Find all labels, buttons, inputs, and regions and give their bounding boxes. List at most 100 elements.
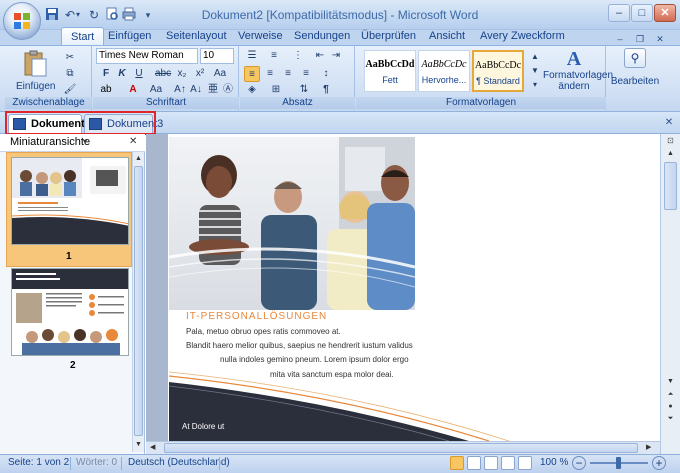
ruler-toggle-icon[interactable]: ⊡ [664,136,677,148]
scroll-right-icon[interactable]: ▶ [646,443,656,453]
bullets-icon[interactable]: ☰ [244,48,260,64]
align-center-icon[interactable]: ≡ [262,66,278,82]
tab-avery-zweckform[interactable]: Avery Zweckform [471,27,574,45]
vertical-scrollbar[interactable]: ⊡ ▲ ▼ ⏶ ● ⏷ [660,134,680,454]
show-formatting-marks-icon[interactable]: ¶ [318,82,334,98]
tab-start[interactable]: Start [61,27,105,45]
font-group-label: Schriftart [93,97,239,109]
underline-button[interactable]: U [131,66,147,82]
tab-verweise[interactable]: Verweise [229,27,292,45]
zoom-level[interactable]: 100 % [540,454,568,473]
scroll-up-icon[interactable]: ▲ [134,154,143,163]
next-page-icon[interactable]: ⏷ [664,415,677,425]
line-spacing-icon[interactable]: ↕ [318,66,334,82]
align-right-icon[interactable]: ≡ [280,66,296,82]
tab-seitenlayout[interactable]: Seitenlayout [157,27,236,45]
change-styles-button[interactable]: A Formatvorlagen ändern [543,48,613,96]
styles-scroll-up-icon[interactable]: ▲ [527,50,543,63]
bold-button[interactable]: F [98,66,114,82]
thumbnail-page-1-image [11,157,129,245]
scroll-up-icon[interactable]: ▲ [664,150,677,160]
horizontal-scroll-thumb[interactable] [164,443,638,453]
word-count-status[interactable]: Wörter: 0 [76,454,117,473]
zoom-out-icon[interactable]: − [572,456,586,470]
team-photo [169,137,415,310]
save-icon[interactable] [44,7,60,23]
style-standard[interactable]: AaBbCcDc ¶ Standard [472,50,524,92]
enclose-characters-icon[interactable]: Ⓐ [220,82,236,98]
paste-button[interactable]: Einfügen [16,50,55,95]
numbering-icon[interactable]: ≡ [266,48,282,64]
thumbnail-scrollbar[interactable]: ▲ ▼ [132,152,144,452]
status-separator [70,457,71,470]
editing-label: Bearbeiten [610,76,660,87]
change-styles-label-2: ändern [558,81,590,92]
italic-button[interactable]: K [114,66,130,82]
outline-view-icon[interactable] [501,456,515,470]
customize-qat-icon[interactable]: ▾ [143,7,153,23]
decrease-indent-icon[interactable]: ⇤ [312,48,328,64]
thumbnail-dropdown-icon[interactable]: ▾ [83,137,87,146]
format-painter-icon[interactable]: 🖌 [62,82,78,98]
subscript-button[interactable]: x₂ [174,66,190,82]
style-fett[interactable]: AaBbCcDd Fett [364,50,416,92]
shrink-font-icon[interactable]: A↓ [188,82,204,98]
full-screen-reading-icon[interactable] [467,456,481,470]
copy-icon[interactable]: ⧉ [62,66,78,82]
strikethrough-button[interactable]: abc [155,66,171,82]
web-layout-icon[interactable] [484,456,498,470]
redo-icon[interactable]: ↻ [86,7,102,23]
borders-icon[interactable]: ⊞ [268,82,284,98]
print-preview-icon[interactable] [104,7,120,23]
phonetic-guide-icon[interactable]: 亜 [205,82,221,98]
clear-formatting-icon[interactable]: Aa [212,66,228,82]
vertical-scroll-thumb[interactable] [664,162,677,210]
print-layout-view-icon[interactable] [450,456,464,470]
text-highlight-icon[interactable]: ab [98,82,114,98]
scroll-down-icon[interactable]: ▼ [134,440,143,449]
editing-button[interactable]: ⚲ Bearbeiten [610,48,660,96]
zoom-in-icon[interactable]: + [652,456,666,470]
scroll-left-icon[interactable]: ◀ [150,443,160,453]
thumbnail-page-2-image[interactable] [11,268,129,356]
styles-scroll-down-icon[interactable]: ▼ [527,64,543,77]
minimize-button[interactable]: – [608,4,630,22]
thumbnail-pane-close-icon[interactable]: ✕ [129,136,137,147]
previous-page-icon[interactable]: ⏶ [664,391,677,401]
undo-dropdown-icon[interactable]: ▾ [74,7,82,23]
style-name: ¶ Standard [476,76,520,86]
font-name-combobox[interactable]: Times New Roman [96,48,198,64]
page-count-status[interactable]: Seite: 1 von 2 [8,454,69,473]
thumbnail-scroll-thumb[interactable] [134,166,143,436]
print-icon[interactable] [121,7,137,23]
office-button[interactable] [3,2,41,40]
tab-einfuegen[interactable]: Einfügen [99,27,160,45]
font-color-icon[interactable]: A [125,82,141,98]
font-size-combobox[interactable]: 10 [200,48,234,64]
draft-view-icon[interactable] [518,456,532,470]
style-sample: AaBbCcDc [421,59,467,70]
select-browse-object-icon[interactable]: ● [664,403,677,413]
doc-tab-close-icon[interactable]: ✕ [661,115,677,131]
increase-indent-icon[interactable]: ⇥ [328,48,344,64]
shading-icon[interactable]: ◈ [244,82,260,98]
zoom-slider-thumb[interactable] [616,457,621,469]
grow-font-icon[interactable]: A↑ [172,82,188,98]
close-window-button[interactable]: ✕ [654,4,676,22]
scroll-down-icon[interactable]: ▼ [664,378,677,388]
align-left-icon[interactable]: ≡ [244,66,260,82]
maximize-button[interactable]: □ [631,4,653,22]
justify-icon[interactable]: ≡ [298,66,314,82]
horizontal-scrollbar[interactable]: ◀ ▶ [146,441,660,454]
language-status[interactable]: Deutsch (Deutschland) [128,454,230,473]
sort-icon[interactable]: ⇅ [296,82,312,98]
cut-icon[interactable]: ✂ [62,50,78,66]
style-hervorhebung[interactable]: AaBbCcDc Hervorhe... [418,50,470,92]
superscript-button[interactable]: x² [192,66,208,82]
multilevel-list-icon[interactable]: ⋮ [290,48,306,64]
tab-ansicht[interactable]: Ansicht [420,27,474,45]
change-case-icon[interactable]: Aa [148,82,164,98]
styles-more-icon[interactable]: ▾ [527,78,543,92]
tab-ueberpruefen[interactable]: Überprüfen [352,27,425,45]
tab-sendungen[interactable]: Sendungen [285,27,359,45]
